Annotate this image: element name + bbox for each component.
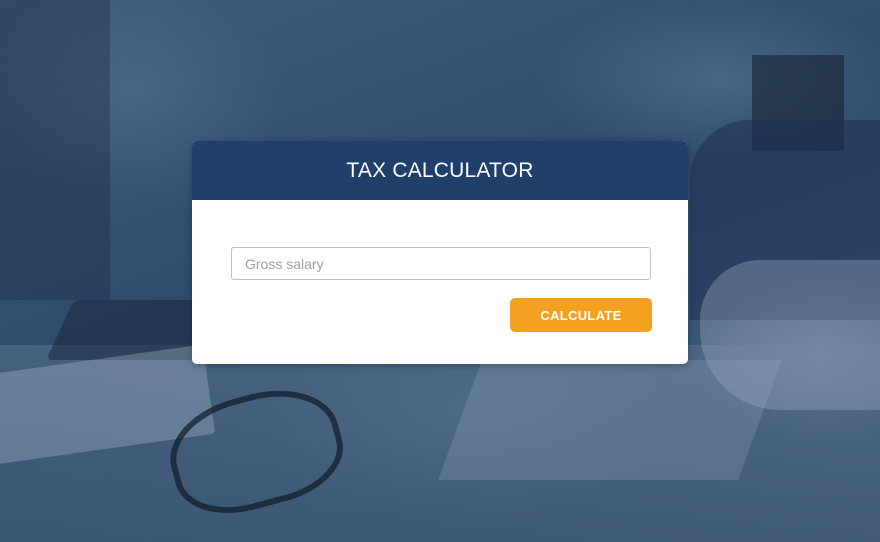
calculate-button[interactable]: CALCULATE (510, 298, 652, 332)
background-person-left (0, 0, 110, 300)
card-header: TAX CALCULATOR (192, 141, 688, 200)
card-body: CALCULATE (192, 200, 688, 364)
gross-salary-input[interactable] (231, 247, 651, 280)
tax-calculator-card: TAX CALCULATOR CALCULATE (192, 141, 688, 364)
card-title: TAX CALCULATOR (346, 158, 534, 182)
background-hand (700, 260, 880, 410)
